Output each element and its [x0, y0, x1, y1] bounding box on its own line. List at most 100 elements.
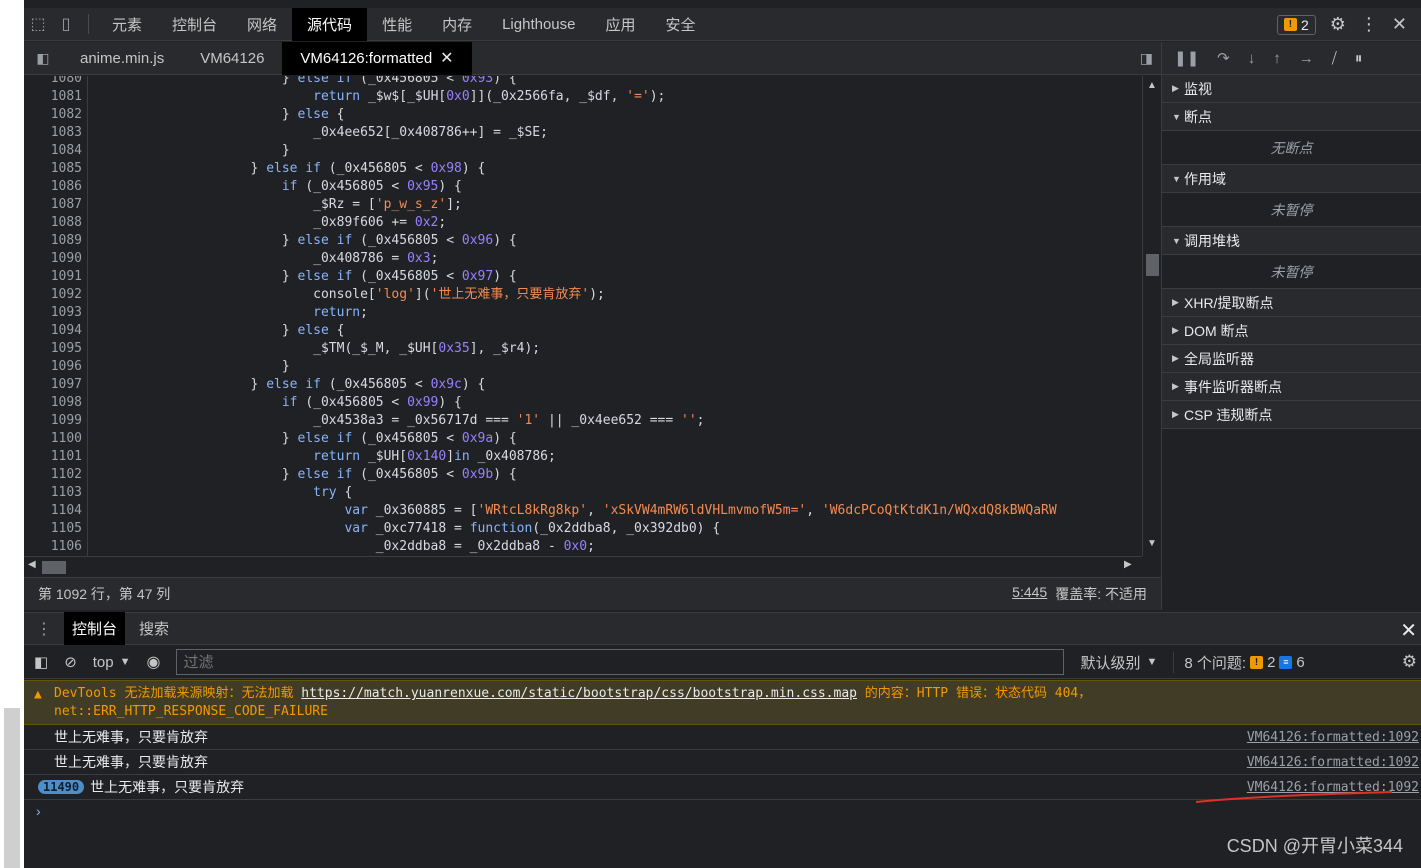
tab-panel[interactable]: 内存: [427, 8, 487, 41]
scroll-up-icon[interactable]: ▲: [1147, 80, 1157, 91]
line-number[interactable]: 1101: [24, 448, 82, 466]
line-number[interactable]: 1097: [24, 376, 82, 394]
code-line[interactable]: 1093 return;: [51, 304, 1144, 322]
vertical-scrollbar[interactable]: ▲ ▼: [1142, 76, 1160, 556]
selection-info[interactable]: 5:445: [1012, 584, 1047, 604]
hscroll-thumb[interactable]: [42, 561, 66, 574]
scroll-right-icon[interactable]: ▶: [1124, 559, 1132, 570]
pane-header[interactable]: ▶ CSP 违规断点: [1162, 401, 1421, 429]
code-line[interactable]: 1096 }: [51, 358, 1144, 376]
code-line[interactable]: 1088 _0x89f606 += 0x2;: [51, 214, 1144, 232]
issues-button[interactable]: 8 个问题:! 2 ≡ 6: [1173, 651, 1305, 673]
step-over-icon[interactable]: ↷: [1217, 49, 1230, 67]
tab-panel[interactable]: 网络: [232, 8, 292, 41]
code-line[interactable]: 1085 } else if (_0x456805 < 0x98) {: [51, 160, 1144, 178]
code-line[interactable]: 1080 } else if (_0x456805 < 0x93) {: [51, 76, 1144, 88]
tab-panel[interactable]: 控制台: [157, 8, 232, 41]
tab-panel[interactable]: 安全: [651, 8, 711, 41]
code-line[interactable]: 1106 _0x2ddba8 = _0x2ddba8 - 0x0;: [51, 538, 1144, 556]
drawer-menu-icon[interactable]: ⋮: [24, 619, 64, 639]
toggle-debugger-icon[interactable]: ◨: [1140, 50, 1153, 67]
code-line[interactable]: 1103 try {: [51, 484, 1144, 502]
code-line[interactable]: 1084 }: [51, 142, 1144, 160]
console-settings-icon[interactable]: ⚙: [1402, 652, 1417, 672]
line-number[interactable]: 1104: [24, 502, 82, 520]
scroll-thumb[interactable]: [1146, 254, 1159, 276]
pane-header[interactable]: ▶ DOM 断点: [1162, 317, 1421, 345]
line-number[interactable]: 1106: [24, 538, 82, 556]
pane-header[interactable]: ▼ 断点: [1162, 103, 1421, 131]
code-line[interactable]: 1089 } else if (_0x456805 < 0x96) {: [51, 232, 1144, 250]
inspect-element-icon[interactable]: ⬚: [24, 8, 52, 41]
line-number[interactable]: 1082: [24, 106, 82, 124]
source-link[interactable]: VM64126:formatted:1092: [1247, 730, 1419, 745]
pane-header[interactable]: ▶ 全局监听器: [1162, 345, 1421, 373]
code-editor[interactable]: 1080 } else if (_0x456805 < 0x93) {1081 …: [24, 76, 1161, 556]
code-lines[interactable]: 1080 } else if (_0x456805 < 0x93) {1081 …: [51, 76, 1144, 556]
tab-console[interactable]: 控制台: [64, 612, 126, 645]
log-level-selector[interactable]: 默认级别 ▼: [1080, 652, 1157, 673]
tab-panel[interactable]: 性能: [367, 8, 427, 41]
line-number[interactable]: 1102: [24, 466, 82, 484]
step-icon[interactable]: →: [1299, 50, 1314, 67]
device-toolbar-icon[interactable]: ▯: [52, 8, 80, 41]
sourcemap-link[interactable]: https://match.yuanrenxue.com/static/boot…: [301, 686, 857, 701]
line-number[interactable]: 1103: [24, 484, 82, 502]
more-menu-icon[interactable]: ⋮: [1360, 14, 1378, 35]
line-number[interactable]: 1091: [24, 268, 82, 286]
code-line[interactable]: 1081 return _$w$[_$UH[0x0]](_0x2566fa, _…: [51, 88, 1144, 106]
code-line[interactable]: 1091 } else if (_0x456805 < 0x97) {: [51, 268, 1144, 286]
code-line[interactable]: 1090 _0x408786 = 0x3;: [51, 250, 1144, 268]
line-number[interactable]: 1083: [24, 124, 82, 142]
close-tab-icon[interactable]: ✕: [440, 48, 453, 68]
line-number[interactable]: 1092: [24, 286, 82, 304]
line-number[interactable]: 1095: [24, 340, 82, 358]
code-line[interactable]: 1086 if (_0x456805 < 0x95) {: [51, 178, 1144, 196]
pane-header[interactable]: ▼ 调用堆栈: [1162, 227, 1421, 255]
line-number[interactable]: 1105: [24, 520, 82, 538]
code-line[interactable]: 1099 _0x4538a3 = _0x56717d === '1' || _0…: [51, 412, 1144, 430]
issues-counter[interactable]: ! 2: [1276, 14, 1316, 35]
line-number[interactable]: 1081: [24, 88, 82, 106]
code-line[interactable]: 1092 console['log']('世上无难事，只要肯放弃');: [51, 286, 1144, 304]
line-number[interactable]: 1080: [24, 76, 82, 88]
code-line[interactable]: 1100 } else if (_0x456805 < 0x9a) {: [51, 430, 1144, 448]
code-line[interactable]: 1104 var _0x360885 = ['WRtcL8kRg8kp', 'x…: [51, 502, 1144, 520]
file-tab-vm[interactable]: VM64126: [182, 42, 282, 75]
scroll-down-icon[interactable]: ▼: [1147, 538, 1157, 549]
source-link[interactable]: VM64126:formatted:1092: [1247, 755, 1419, 770]
eye-icon[interactable]: ◉: [147, 652, 161, 672]
tab-panel[interactable]: Lighthouse: [487, 8, 590, 41]
context-selector[interactable]: top ▼: [93, 654, 131, 671]
filter-input[interactable]: [176, 649, 1065, 675]
code-line[interactable]: 1095 _$TM(_$_M, _$UH[0x35], _$r4);: [51, 340, 1144, 358]
tab-search[interactable]: 搜索: [131, 612, 177, 645]
line-number[interactable]: 1099: [24, 412, 82, 430]
code-line[interactable]: 1087 _$Rz = ['p_w_s_z'];: [51, 196, 1144, 214]
line-number[interactable]: 1086: [24, 178, 82, 196]
show-sidebar-icon[interactable]: ◧: [34, 653, 48, 671]
code-line[interactable]: 1105 var _0xc77418 = function(_0x2ddba8,…: [51, 520, 1144, 538]
file-tab-anime[interactable]: anime.min.js: [62, 42, 182, 75]
pane-header[interactable]: ▶ 事件监听器断点: [1162, 373, 1421, 401]
deactivate-breakpoints-icon[interactable]: ⧸: [1332, 50, 1337, 67]
close-icon[interactable]: ✕: [1392, 14, 1407, 35]
line-number[interactable]: 1089: [24, 232, 82, 250]
step-out-icon[interactable]: ↑: [1273, 50, 1281, 67]
horizontal-scrollbar[interactable]: ◀ ▶: [24, 556, 1142, 576]
line-number[interactable]: 1094: [24, 322, 82, 340]
step-into-icon[interactable]: ↓: [1248, 50, 1256, 67]
gear-icon[interactable]: ⚙: [1330, 14, 1346, 35]
code-line[interactable]: 1097 } else if (_0x456805 < 0x9c) {: [51, 376, 1144, 394]
scroll-left-icon[interactable]: ◀: [28, 559, 36, 570]
close-drawer-icon[interactable]: ✕: [1400, 618, 1417, 643]
pause-icon[interactable]: ❚❚: [1174, 49, 1199, 67]
line-number[interactable]: 1087: [24, 196, 82, 214]
tab-panel[interactable]: 应用: [591, 8, 651, 41]
line-number[interactable]: 1088: [24, 214, 82, 232]
code-line[interactable]: 1098 if (_0x456805 < 0x99) {: [51, 394, 1144, 412]
pane-header[interactable]: ▶ 监视: [1162, 75, 1421, 103]
pane-header[interactable]: ▶ XHR/提取断点: [1162, 289, 1421, 317]
line-number[interactable]: 1096: [24, 358, 82, 376]
code-line[interactable]: 1082 } else {: [51, 106, 1144, 124]
